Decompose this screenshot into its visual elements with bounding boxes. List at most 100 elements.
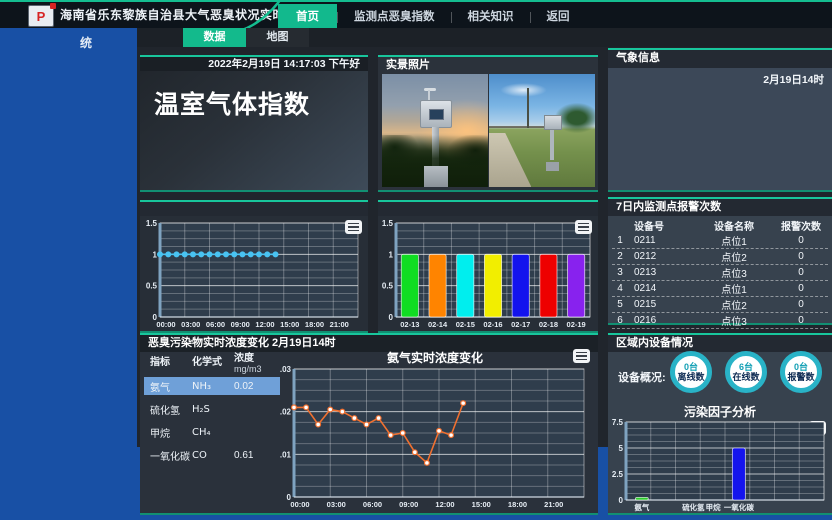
alarm-cell-index: 3	[612, 267, 628, 278]
data-point	[174, 252, 179, 257]
alarm-table-row: 50215点位20	[612, 297, 828, 313]
stat-count: 0台	[794, 362, 808, 372]
svg-text:0: 0	[619, 496, 624, 505]
alarm-cell-index: 2	[612, 251, 628, 262]
data-point	[257, 252, 262, 257]
data-point	[248, 252, 253, 257]
photo-station-cabinet	[544, 115, 562, 130]
photo-path	[489, 133, 531, 187]
svg-text:0.03: 0.03	[280, 365, 292, 374]
chart-menu-icon[interactable]	[575, 220, 592, 234]
tab-data[interactable]: 数据	[183, 28, 246, 47]
stat-circle-online: 6台在线数	[725, 351, 767, 393]
pollutant-table-header: 指标 化学式 浓度 mg/m3	[144, 353, 280, 377]
alarm-cell-device-id: 0213	[628, 267, 692, 278]
photos-panel: 实景照片	[378, 55, 598, 192]
data-point	[207, 252, 212, 257]
weather-timestamp: 2月19日14时	[763, 72, 824, 87]
data-point	[215, 252, 220, 257]
alarm-cell-count: 0	[776, 235, 826, 246]
alarm-cell-index: 5	[612, 299, 628, 310]
svg-text:0.5: 0.5	[146, 282, 158, 291]
nav-item-back[interactable]: 返回	[531, 4, 586, 30]
pollutant-row-0[interactable]: 氨气NH₃0.02	[144, 377, 280, 395]
data-point	[182, 252, 187, 257]
photo-station-cabinet	[420, 100, 452, 128]
title-overflow-text: 统	[80, 34, 92, 51]
logo-icon[interactable]: P	[28, 5, 54, 27]
svg-text:03:00: 03:00	[327, 500, 346, 509]
stat-circle-alarm: 0台报警数	[780, 351, 822, 393]
data-point	[461, 401, 466, 406]
tab-bar: 数据 地图	[137, 28, 832, 47]
site-photo-sunset	[382, 74, 488, 187]
alarm-cell-count: 0	[776, 315, 826, 326]
nav-item-knowledge[interactable]: 相关知识	[452, 4, 530, 30]
alarm-table-row: 30213点位30	[612, 265, 828, 281]
data-point	[224, 252, 229, 257]
svg-text:21:00: 21:00	[544, 500, 563, 509]
weather-panel: 气象信息 2月19日14时	[608, 48, 832, 192]
ghg-line-chart-svg: 00.511.500:0003:0006:0009:0012:0015:0018…	[142, 218, 366, 331]
chart-menu-icon[interactable]	[345, 220, 362, 234]
svg-text:18:00: 18:00	[508, 500, 527, 509]
chart-header-strip	[378, 202, 598, 216]
site-photo-field	[489, 74, 595, 187]
pollutant-cell-indicator: 一氧化碳	[144, 448, 192, 463]
svg-text:0.5: 0.5	[382, 282, 394, 291]
factor-bar-chart-svg: 02.557.5氨气硫化氢甲烷一氧化碳	[610, 417, 830, 513]
bar-02-17	[512, 254, 529, 317]
device-panel-title: 区域内设备情况	[608, 335, 832, 352]
pollutant-panel: 恶臭污染物实时浓度变化 2月19日14时 指标 化学式 浓度 mg/m3 氨气N…	[140, 333, 598, 515]
bar-02-18	[540, 254, 557, 317]
alarm-cell-count: 0	[776, 283, 826, 294]
svg-text:氨气: 氨气	[634, 502, 649, 512]
stat-count: 6台	[739, 362, 753, 372]
data-point	[425, 460, 430, 465]
data-point	[304, 405, 309, 410]
alarm-cell-device-name: 点位3	[692, 265, 776, 280]
photo-station-pole	[550, 128, 554, 160]
alarm-cell-device-id: 0214	[628, 283, 692, 294]
data-point	[449, 433, 454, 438]
daily-bar-chart-svg: 00.511.502-1302-1402-1502-1602-1702-1802…	[380, 218, 596, 331]
svg-text:甲烷: 甲烷	[706, 502, 721, 512]
data-point	[316, 422, 321, 427]
pollutant-row-3[interactable]: 一氧化碳CO0.61	[144, 447, 280, 464]
svg-text:0.02: 0.02	[280, 408, 292, 417]
data-point	[265, 252, 270, 257]
nh3-line-chart: 00.010.020.0300:0003:0006:0009:0012:0015…	[280, 364, 594, 512]
svg-text:15:00: 15:00	[472, 500, 491, 509]
alarm-cell-index: 6	[612, 315, 628, 326]
dashboard-screen: P 海南省乐东黎族自治县大气恶臭状况实时发布系 首页监测点恶臭指数相关知识返回 …	[0, 0, 832, 520]
svg-text:00:00: 00:00	[156, 320, 175, 329]
pollutant-cell-formula: CO	[192, 450, 234, 461]
alarm-cell-device-name: 点位1	[692, 281, 776, 296]
data-point	[292, 405, 297, 410]
photo-lamp-post	[527, 88, 529, 129]
svg-text:02-17: 02-17	[511, 320, 530, 329]
nav-item-odor-index[interactable]: 监测点恶臭指数	[338, 4, 451, 30]
pollutant-cell-indicator: 硫化氢	[144, 402, 192, 417]
alarm-cell-device-id: 0211	[628, 235, 692, 246]
ghg-line-chart: 00.511.500:0003:0006:0009:0012:0015:0018…	[142, 218, 366, 331]
svg-text:09:00: 09:00	[399, 500, 418, 509]
data-point	[352, 416, 357, 421]
pollutant-cell-formula: H₂S	[192, 404, 234, 415]
svg-text:0.01: 0.01	[280, 450, 292, 459]
alarm-table-row: 40214点位10	[612, 281, 828, 297]
pollutant-row-2[interactable]: 甲烷CH₄	[144, 424, 280, 441]
pollutant-col-formula: 化学式	[192, 353, 234, 377]
data-point	[340, 409, 345, 414]
tab-map[interactable]: 地图	[246, 28, 309, 47]
alarm-cell-count: 0	[776, 299, 826, 310]
svg-text:1.5: 1.5	[146, 219, 158, 228]
pollutant-row-1[interactable]: 硫化氢H₂S	[144, 401, 280, 418]
nav-item-home[interactable]: 首页	[278, 4, 337, 30]
chart-menu-icon[interactable]	[573, 349, 590, 363]
nh3-line-chart-svg: 00.010.020.0300:0003:0006:0009:0012:0015…	[280, 364, 594, 512]
alarm-cell-device-name: 点位2	[692, 297, 776, 312]
alarm-table-row: 20212点位20	[612, 249, 828, 265]
data-point	[232, 252, 237, 257]
svg-text:02-14: 02-14	[428, 320, 448, 329]
